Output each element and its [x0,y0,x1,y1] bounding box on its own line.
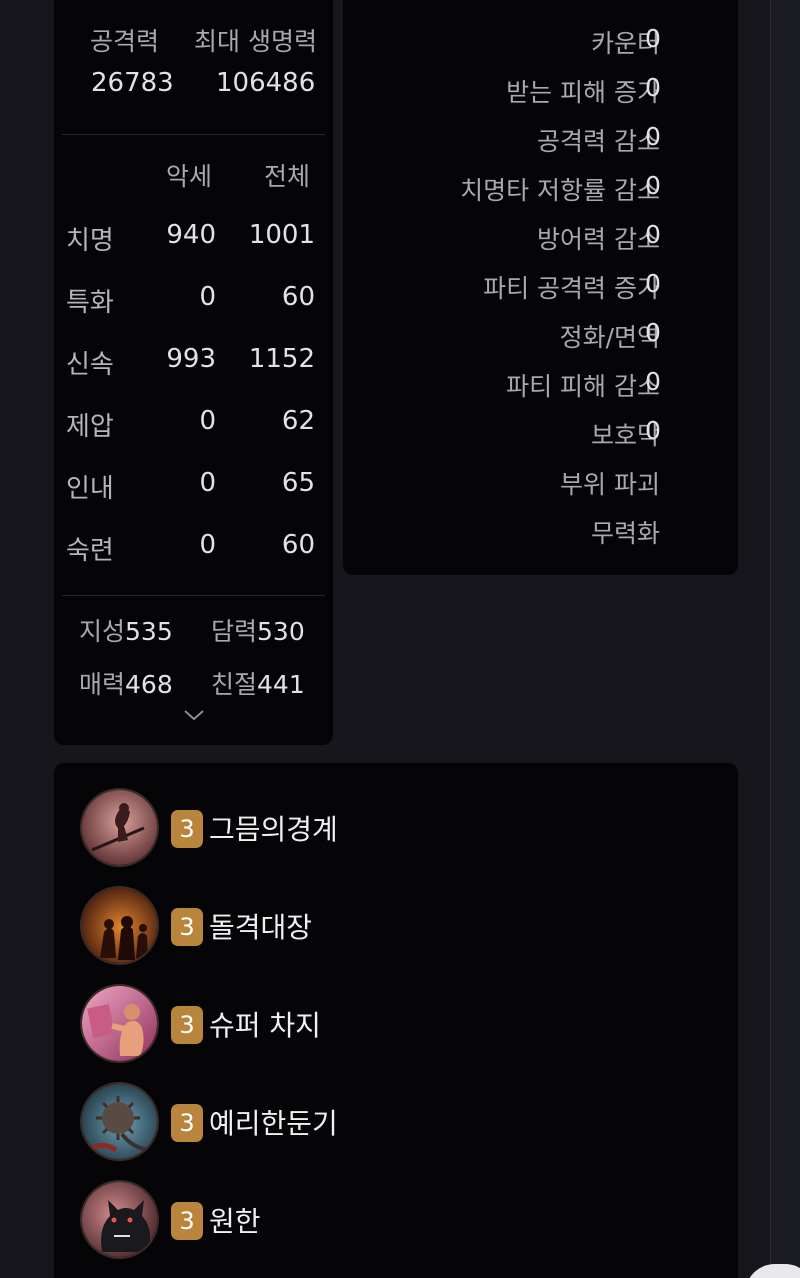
effect-row: 정화/면역 0 [343,318,738,354]
burning-warriors-icon [80,886,159,965]
trait-name: 친절 [211,670,258,699]
stat-accessory-value: 0 [199,530,216,560]
trait-value: 468 [125,670,173,699]
trait-courage: 담력530 [211,612,305,648]
stat-accessory-value: 0 [199,282,216,312]
stat-accessory-value: 0 [199,468,216,498]
effects-card: 카운터 0 받는 피해 증가 0 공격력 감소 0 치명타 저항률 감소 0 방… [343,0,738,575]
floating-button[interactable] [745,1264,800,1278]
effect-value: 0 [645,122,661,151]
effect-row: 파티 공격력 증가 0 [343,269,738,305]
engraving-item[interactable]: 3 슈퍼 차지 [80,984,680,1064]
engravings-card: 3 그믐의경계 3 돌격대장 3 슈퍼 차지 3 예리한둔기 3 원한 [54,763,738,1278]
trait-name: 담력 [211,617,258,646]
effect-row: 파티 피해 감소 0 [343,367,738,403]
engraving-item[interactable]: 3 그믐의경계 [80,788,680,868]
trait-intellect: 지성535 [79,612,173,648]
effect-value: 0 [645,318,661,347]
stat-total-value: 60 [281,282,315,312]
engraving-name: 원한 [209,1205,261,1238]
trait-name: 지성 [79,617,126,646]
engraving-level-badge: 3 [171,1104,203,1142]
trait-charm: 매력468 [79,665,173,701]
witch-on-broom-icon [80,788,159,867]
engraving-item[interactable]: 3 돌격대장 [80,886,680,966]
stat-name: 신속 [66,350,114,380]
max-hp-label: 최대 생명력 [194,27,317,56]
effect-row: 카운터 0 [343,24,738,60]
trait-kindness: 친절441 [211,665,305,701]
divider [62,595,325,596]
effect-value: 0 [645,73,661,102]
stat-row-specialization: 특화 0 60 [54,282,333,322]
stat-row-crit: 치명 940 1001 [54,220,333,260]
engraving-level-badge: 3 [171,810,203,848]
stats-card: 공격력 최대 생명력 26783 106486 악세 전체 치명 940 100… [54,0,333,745]
spiked-mace-icon [80,1082,159,1161]
chevron-down-icon[interactable] [183,708,205,722]
effect-label: 파티 공격력 증가 [483,274,660,303]
accessory-column-header: 악세 [166,162,213,191]
effect-row: 받는 피해 증가 0 [343,73,738,109]
stat-accessory-value: 0 [199,406,216,436]
effect-label: 파티 피해 감소 [506,372,660,401]
trait-value: 530 [257,617,305,646]
character-detail-page: 공격력 최대 생명력 26783 106486 악세 전체 치명 940 100… [0,0,800,1278]
divider [62,134,325,135]
stat-row-expertise: 숙련 0 60 [54,530,333,570]
snarling-wolf-icon [80,1180,159,1259]
effect-label: 무력화 [590,519,660,548]
trait-name: 매력 [79,670,126,699]
effect-label: 치명타 저항률 감소 [460,176,660,205]
stat-name: 숙련 [66,536,114,566]
effect-row: 무력화 [343,514,738,550]
effect-label: 방어력 감소 [537,225,660,254]
effect-value: 0 [645,220,661,249]
stat-name: 인내 [66,474,114,504]
engraving-name: 그믐의경계 [209,813,338,846]
attack-value: 26783 [91,68,174,98]
total-column-header: 전체 [264,162,311,191]
stat-total-value: 65 [281,468,315,498]
stat-row-swiftness: 신속 993 1152 [54,344,333,384]
stat-total-value: 1001 [248,220,315,250]
engraving-level-badge: 3 [171,908,203,946]
engraving-name: 예리한둔기 [209,1107,338,1140]
stat-name: 특화 [66,288,114,318]
effect-value: 0 [645,416,661,445]
engraving-item[interactable]: 3 원한 [80,1180,680,1260]
stat-total-value: 60 [281,530,315,560]
stat-total-value: 1152 [248,344,315,374]
stat-accessory-value: 993 [166,344,216,374]
stat-row-endurance: 인내 0 65 [54,468,333,508]
engraving-level-badge: 3 [171,1202,203,1240]
effect-row: 보호막 0 [343,416,738,452]
max-hp-value: 106486 [216,68,316,98]
effect-row: 공격력 감소 0 [343,122,738,158]
effect-row: 방어력 감소 0 [343,220,738,256]
effect-label: 부위 파괴 [560,470,660,499]
engraving-name: 슈퍼 차지 [209,1009,321,1042]
stat-row-domination: 제압 0 62 [54,406,333,446]
charging-fighter-icon [80,984,159,1063]
effect-value: 0 [645,269,661,298]
engraving-level-badge: 3 [171,1006,203,1044]
engraving-name: 돌격대장 [209,911,313,944]
stat-name: 제압 [66,412,114,442]
stat-name: 치명 [66,226,114,256]
effect-label: 받는 피해 증가 [506,78,660,107]
effect-row: 치명타 저항률 감소 0 [343,171,738,207]
stat-accessory-value: 940 [166,220,216,250]
scroll-rail[interactable] [770,0,800,1278]
trait-value: 535 [125,617,173,646]
engraving-item[interactable]: 3 예리한둔기 [80,1082,680,1162]
attack-label: 공격력 [90,27,160,56]
effect-value: 0 [645,367,661,396]
effect-value: 0 [645,171,661,200]
effect-label: 공격력 감소 [537,127,660,156]
stat-total-value: 62 [281,406,315,436]
trait-value: 441 [257,670,305,699]
effect-row: 부위 파괴 [343,465,738,501]
effect-value: 0 [645,24,661,53]
